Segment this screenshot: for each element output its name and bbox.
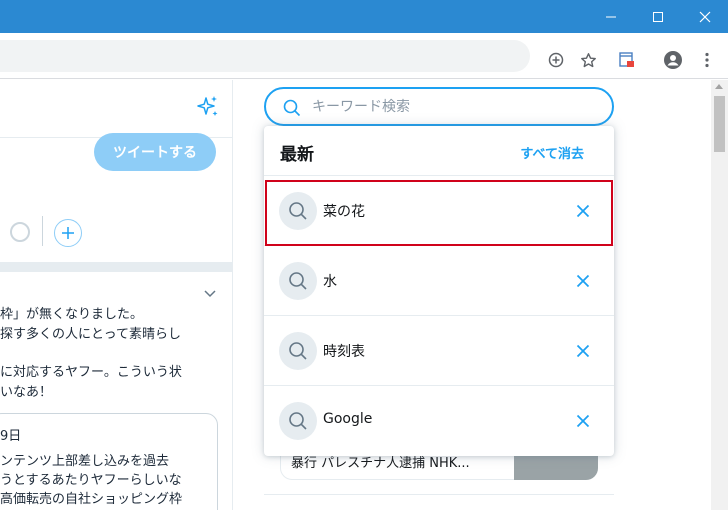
close-icon [576,414,590,428]
quoted-tweet-date: 9日 [0,429,22,444]
star-icon[interactable] [578,50,598,70]
close-icon [576,204,590,218]
tweet-text-line: いなあ！ [0,385,53,400]
account-icon[interactable] [663,50,683,70]
window-titlebar [0,0,728,33]
close-window-button[interactable] [682,0,728,33]
sparkle-icon[interactable] [195,94,221,120]
chevron-down-icon[interactable] [203,284,217,298]
recent-search-item[interactable]: 時刻表 [264,316,614,386]
remove-search-button[interactable] [574,202,592,220]
remove-search-button[interactable] [574,272,592,290]
search-input[interactable] [312,95,592,119]
scroll-up-arrow-icon[interactable] [715,84,723,89]
search-icon [279,332,317,370]
tweet-text-line: 枠」が無くなりました。 [0,307,144,322]
minimize-button[interactable] [588,0,634,33]
recent-searches-dropdown: 最新 すべて消去 菜の花 水 時刻表 Google [264,126,614,456]
tweet-text-line: に対応するヤフー。こういう状 [0,365,182,380]
page-scrollbar[interactable] [711,80,728,510]
timeline-separator [0,262,233,272]
quoted-tweet-text-line: うとするあたりヤフーらしいな [0,473,182,488]
maximize-button[interactable] [635,0,681,33]
minimize-icon [606,16,616,17]
recent-search-label: 菜の花 [323,204,365,220]
recent-search-label: 水 [323,274,337,290]
more-vert-icon[interactable] [697,50,717,70]
maximize-icon [653,11,663,22]
tweet-button[interactable]: ツイートする [94,133,216,171]
tweet-text-line: 探す多くの人にとって素晴らし [0,327,181,342]
remove-search-button[interactable] [574,412,592,430]
plus-icon [62,227,74,239]
quoted-tweet-text-line: 高価転売の自社ショッピング枠 [0,492,183,507]
search-box [264,87,614,126]
char-counter-ring [10,222,30,242]
remove-search-button[interactable] [574,342,592,360]
extension-icon[interactable] [617,50,637,70]
recent-search-item[interactable]: Google [264,386,614,456]
recent-search-item[interactable]: 菜の花 [264,176,614,246]
dropdown-title: 最新 [280,145,314,165]
scrollbar-thumb[interactable] [714,96,725,152]
recent-search-item[interactable]: 水 [264,246,614,316]
recent-search-label: Google [323,411,373,427]
divider [42,216,43,246]
search-icon [279,402,317,440]
close-icon [576,274,590,288]
search-icon [279,192,317,230]
dropdown-header: 最新 すべて消去 [264,126,614,176]
search-icon [279,262,317,300]
add-tweet-button[interactable] [54,219,82,247]
quoted-tweet-text-line: ンテンツ上部差し込みを過去 [0,454,170,469]
search-icon [283,99,301,117]
add-circle-icon[interactable] [546,50,566,70]
close-icon [576,344,590,358]
clear-all-button[interactable]: すべて消去 [520,143,584,162]
close-icon [699,11,711,22]
divider [264,494,614,495]
recent-search-label: 時刻表 [323,344,365,360]
address-bar[interactable] [0,40,530,72]
